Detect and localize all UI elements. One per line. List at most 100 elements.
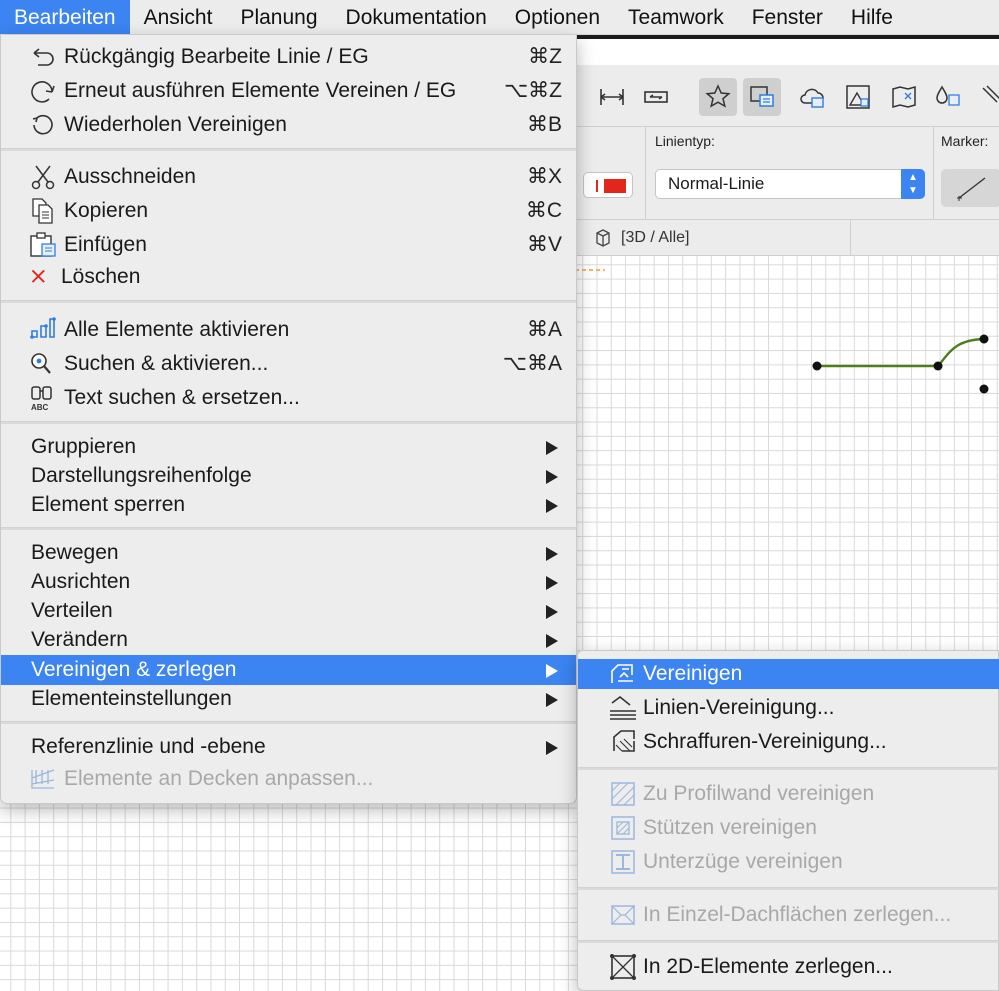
- line-node[interactable]: [979, 384, 989, 394]
- dimension-icon: [600, 89, 624, 105]
- menu-separator: [578, 767, 999, 770]
- menu-separator: [1, 721, 576, 724]
- submenu-arrow-icon: [546, 441, 558, 455]
- elevation-button[interactable]: [839, 78, 877, 116]
- hatch-merge-icon: [613, 730, 635, 752]
- linetype-select[interactable]: Normal-Linie ▲ ▼: [655, 169, 925, 199]
- menu-item-reference-line[interactable]: Referenzlinie und -ebene: [1, 732, 576, 762]
- tab-3d-label: [3D / Alle]: [621, 229, 690, 246]
- section-tool-button[interactable]: [637, 78, 675, 116]
- menu-item-trim-to-slabs: Elemente an Decken anpassen...: [1, 764, 576, 794]
- menu-item-redo[interactable]: Erneut ausführen Elemente Vereinen / EG …: [1, 76, 576, 106]
- menu-item-align[interactable]: Ausrichten: [1, 567, 576, 597]
- menu-dokumentation[interactable]: Dokumentation: [332, 0, 501, 34]
- paint-drop-icon: [936, 85, 960, 106]
- merge-split-submenu: Vereinigen Linien-Vereinigung... Schraff…: [577, 650, 999, 991]
- view-tab-bar: [3D / Alle]: [575, 220, 999, 256]
- submenu-item-profile-wall: Zu Profilwand vereinigen: [578, 779, 999, 809]
- menu-item-distribute[interactable]: Verteilen: [1, 596, 576, 626]
- menu-fenster[interactable]: Fenster: [738, 0, 837, 34]
- menu-optionen[interactable]: Optionen: [501, 0, 614, 34]
- menu-item-merge-split[interactable]: Vereinigen & zerlegen: [1, 655, 576, 685]
- line-node[interactable]: [812, 361, 822, 371]
- brush-button[interactable]: [973, 78, 999, 116]
- undo-icon: [33, 48, 54, 66]
- submenu-item-columns: Stützen vereinigen: [578, 813, 999, 843]
- menu-item-move[interactable]: Bewegen: [1, 538, 576, 568]
- merge-icon: [611, 664, 633, 683]
- submenu-arrow-icon: [546, 499, 558, 513]
- delete-x-icon: [31, 269, 45, 283]
- explode-2d-icon: [610, 954, 636, 980]
- menu-separator: [578, 940, 999, 943]
- dimension-tool-button[interactable]: [593, 78, 631, 116]
- find-select-icon: [31, 353, 51, 374]
- cube-icon: [596, 229, 610, 247]
- menu-teamwork[interactable]: Teamwork: [614, 0, 738, 34]
- submenu-arrow-icon: [546, 741, 558, 755]
- menu-item-cut[interactable]: Ausschneiden ⌘X: [1, 162, 576, 192]
- marker-button[interactable]: [941, 169, 999, 207]
- line-node[interactable]: [979, 334, 989, 344]
- menu-item-find-select[interactable]: Suchen & aktivieren... ⌥⌘A: [1, 349, 576, 379]
- menu-item-delete[interactable]: Löschen: [1, 262, 576, 292]
- submenu-item-line-merge[interactable]: Linien-Vereinigung...: [578, 693, 999, 723]
- map-icon: [892, 86, 916, 108]
- menu-item-paste[interactable]: Einfügen ⌘V: [1, 230, 576, 260]
- beam-icon: [611, 850, 635, 874]
- profile-wall-icon: [611, 782, 635, 806]
- redo-icon: [31, 81, 55, 103]
- menu-item-modify[interactable]: Verändern: [1, 625, 576, 655]
- favorites-button[interactable]: [699, 78, 737, 116]
- menu-item-lock[interactable]: Element sperren: [1, 490, 576, 520]
- linetype-label: Linientyp:: [655, 133, 715, 149]
- divider: [645, 127, 646, 220]
- menu-planung[interactable]: Planung: [226, 0, 331, 34]
- submenu-arrow-icon: [546, 634, 558, 648]
- submenu-arrow-icon: [546, 605, 558, 619]
- toolbar: [575, 65, 999, 127]
- menu-ansicht[interactable]: Ansicht: [130, 0, 227, 34]
- line-marker-icon: [957, 177, 986, 201]
- elevation-icon: [846, 85, 870, 109]
- submenu-arrow-icon: [546, 693, 558, 707]
- map-button[interactable]: [885, 78, 923, 116]
- menu-item-group[interactable]: Gruppieren: [1, 432, 576, 462]
- menu-bearbeiten[interactable]: Bearbeiten: [0, 0, 130, 34]
- paint-button[interactable]: [929, 78, 967, 116]
- green-polyline[interactable]: [817, 337, 985, 368]
- pen-color-swatch[interactable]: [583, 172, 633, 198]
- line-node[interactable]: [933, 361, 943, 371]
- menu-item-undo[interactable]: Rückgängig Bearbeite Linie / EG ⌘Z: [1, 42, 576, 72]
- layout-icon: [750, 86, 774, 107]
- menu-item-element-settings[interactable]: Elementeinstellungen: [1, 684, 576, 714]
- submenu-arrow-icon: [546, 664, 558, 678]
- submenu-arrow-icon: [546, 576, 558, 590]
- submenu-item-merge[interactable]: Vereinigen: [578, 659, 999, 689]
- cloud-button[interactable]: [793, 78, 831, 116]
- section-icon: [644, 91, 668, 103]
- menu-separator: [1, 148, 576, 151]
- menu-hilfe[interactable]: Hilfe: [837, 0, 907, 34]
- select-stepper-icon: ▲ ▼: [901, 169, 925, 199]
- cloud-icon: [800, 88, 824, 108]
- submenu-item-hatch-merge[interactable]: Schraffuren-Vereinigung...: [578, 727, 999, 757]
- line-merge-icon: [610, 695, 636, 720]
- tab-3d-view[interactable]: [3D / Alle]: [593, 220, 689, 256]
- repeat-icon: [32, 114, 53, 135]
- submenu-item-beams: Unterzüge vereinigen: [578, 847, 999, 877]
- menu-item-select-all[interactable]: Alle Elemente aktivieren ⌘A: [1, 315, 576, 345]
- submenu-arrow-icon: [546, 470, 558, 484]
- info-box: Linientyp: Normal-Linie ▲ ▼ Marker:: [575, 127, 999, 220]
- linetype-value: Normal-Linie: [668, 174, 765, 193]
- menu-item-display-order[interactable]: Darstellungsreihenfolge: [1, 461, 576, 491]
- copy-icon: [32, 198, 53, 224]
- layout-button[interactable]: [743, 78, 781, 116]
- scissors-icon: [31, 165, 55, 190]
- submenu-item-explode-2d[interactable]: In 2D-Elemente zerlegen...: [578, 952, 999, 982]
- menu-item-find-replace[interactable]: ABC Text suchen & ersetzen...: [1, 383, 576, 413]
- marker-label: Marker:: [941, 133, 989, 149]
- clipboard-icon: [30, 232, 56, 257]
- menu-item-repeat[interactable]: Wiederholen Vereinigen ⌘B: [1, 110, 576, 140]
- menu-item-copy[interactable]: Kopieren ⌘C: [1, 196, 576, 226]
